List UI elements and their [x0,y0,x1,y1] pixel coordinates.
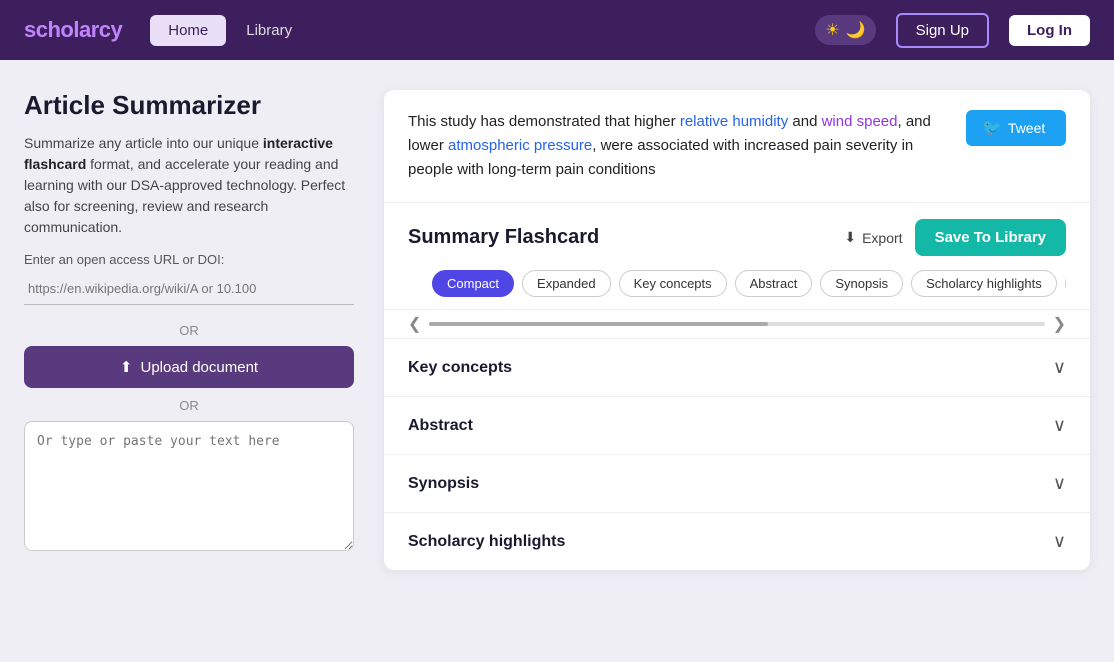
tab-compact[interactable]: Compact [432,270,514,297]
home-button[interactable]: Home [150,15,226,46]
save-to-library-button[interactable]: Save To Library [915,219,1066,256]
download-icon: ⬇ [844,229,856,246]
tab-bar: Compact Expanded Key concepts Abstract Synop… [408,270,1066,309]
scroll-right-icon[interactable]: ❯ [1049,314,1070,334]
humidity-link[interactable]: relative humidity [680,113,788,130]
tab-expanded[interactable]: Expanded [522,270,611,297]
chevron-down-icon: ∨ [1053,357,1066,378]
accordion-label: Synopsis [408,475,479,493]
url-label: Enter an open access URL or DOI: [24,252,354,267]
or-divider-2: OR [24,398,354,413]
tab-scholarcy[interactable]: Scholarcy [1065,270,1066,297]
flashcard-header: Summary Flashcard ⬇ Export Save To Libra… [384,203,1090,310]
summary-quote: This study has demonstrated that higher … [384,90,1090,203]
upload-button[interactable]: ⬆ Upload document [24,346,354,388]
accordion-label: Abstract [408,417,473,435]
tab-abstract[interactable]: Abstract [735,270,813,297]
chevron-down-icon: ∨ [1053,531,1066,552]
accordion-item-synopsis[interactable]: Synopsis ∨ [384,455,1090,513]
library-link[interactable]: Library [246,22,292,39]
flashcard-actions: ⬇ Export Save To Library [844,219,1066,256]
signup-button[interactable]: Sign Up [896,13,989,48]
moon-icon: 🌙 [846,20,866,40]
chevron-down-icon: ∨ [1053,473,1066,494]
accordion-item-scholarcy-highlights[interactable]: Scholarcy highlights ∨ [384,513,1090,570]
wind-link[interactable]: wind speed [822,113,898,130]
export-button[interactable]: ⬇ Export [844,229,902,246]
quote-text: This study has demonstrated that higher … [408,110,950,182]
twitter-icon: 🐦 [982,118,1002,138]
tab-synopsis[interactable]: Synopsis [820,270,903,297]
accordion-item-abstract[interactable]: Abstract ∨ [384,397,1090,455]
text-input[interactable] [24,421,354,551]
accordion: Key concepts∨Abstract∨Synopsis∨Scholarcy… [384,339,1090,570]
description-text: Summarize any article into our unique in… [24,133,354,238]
tweet-button[interactable]: 🐦 Tweet [966,110,1066,146]
right-panel: This study has demonstrated that higher … [384,90,1090,570]
pressure-link[interactable]: atmospheric pressure [448,137,592,154]
page-title: Article Summarizer [24,90,354,121]
upload-icon: ⬆ [120,358,133,376]
left-panel: Article Summarizer Summarize any article… [24,90,384,570]
accordion-label: Key concepts [408,359,512,377]
scroll-thumb [429,322,767,326]
url-input[interactable] [24,273,354,305]
accordion-item-key-concepts[interactable]: Key concepts ∨ [384,339,1090,397]
theme-toggle-button[interactable]: ☀ 🌙 [815,15,875,45]
or-divider-1: OR [24,323,354,338]
accordion-label: Scholarcy highlights [408,533,565,551]
tab-scholarcy-highlights[interactable]: Scholarcy highlights [911,270,1057,297]
scroll-left-icon[interactable]: ❮ [404,314,425,334]
login-button[interactable]: Log In [1009,15,1090,46]
page-body: Article Summarizer Summarize any article… [0,60,1114,600]
navbar: scholarcy Home Library ☀ 🌙 Sign Up Log I… [0,0,1114,60]
scroll-row: ❮ ❯ [384,310,1090,339]
flashcard-title-row: Summary Flashcard ⬇ Export Save To Libra… [408,219,1066,256]
scroll-track [429,322,1044,326]
flashcard-title: Summary Flashcard [408,226,599,249]
chevron-down-icon: ∨ [1053,415,1066,436]
logo: scholarcy [24,17,122,43]
sun-icon: ☀ [825,20,839,40]
tab-key-concepts[interactable]: Key concepts [619,270,727,297]
